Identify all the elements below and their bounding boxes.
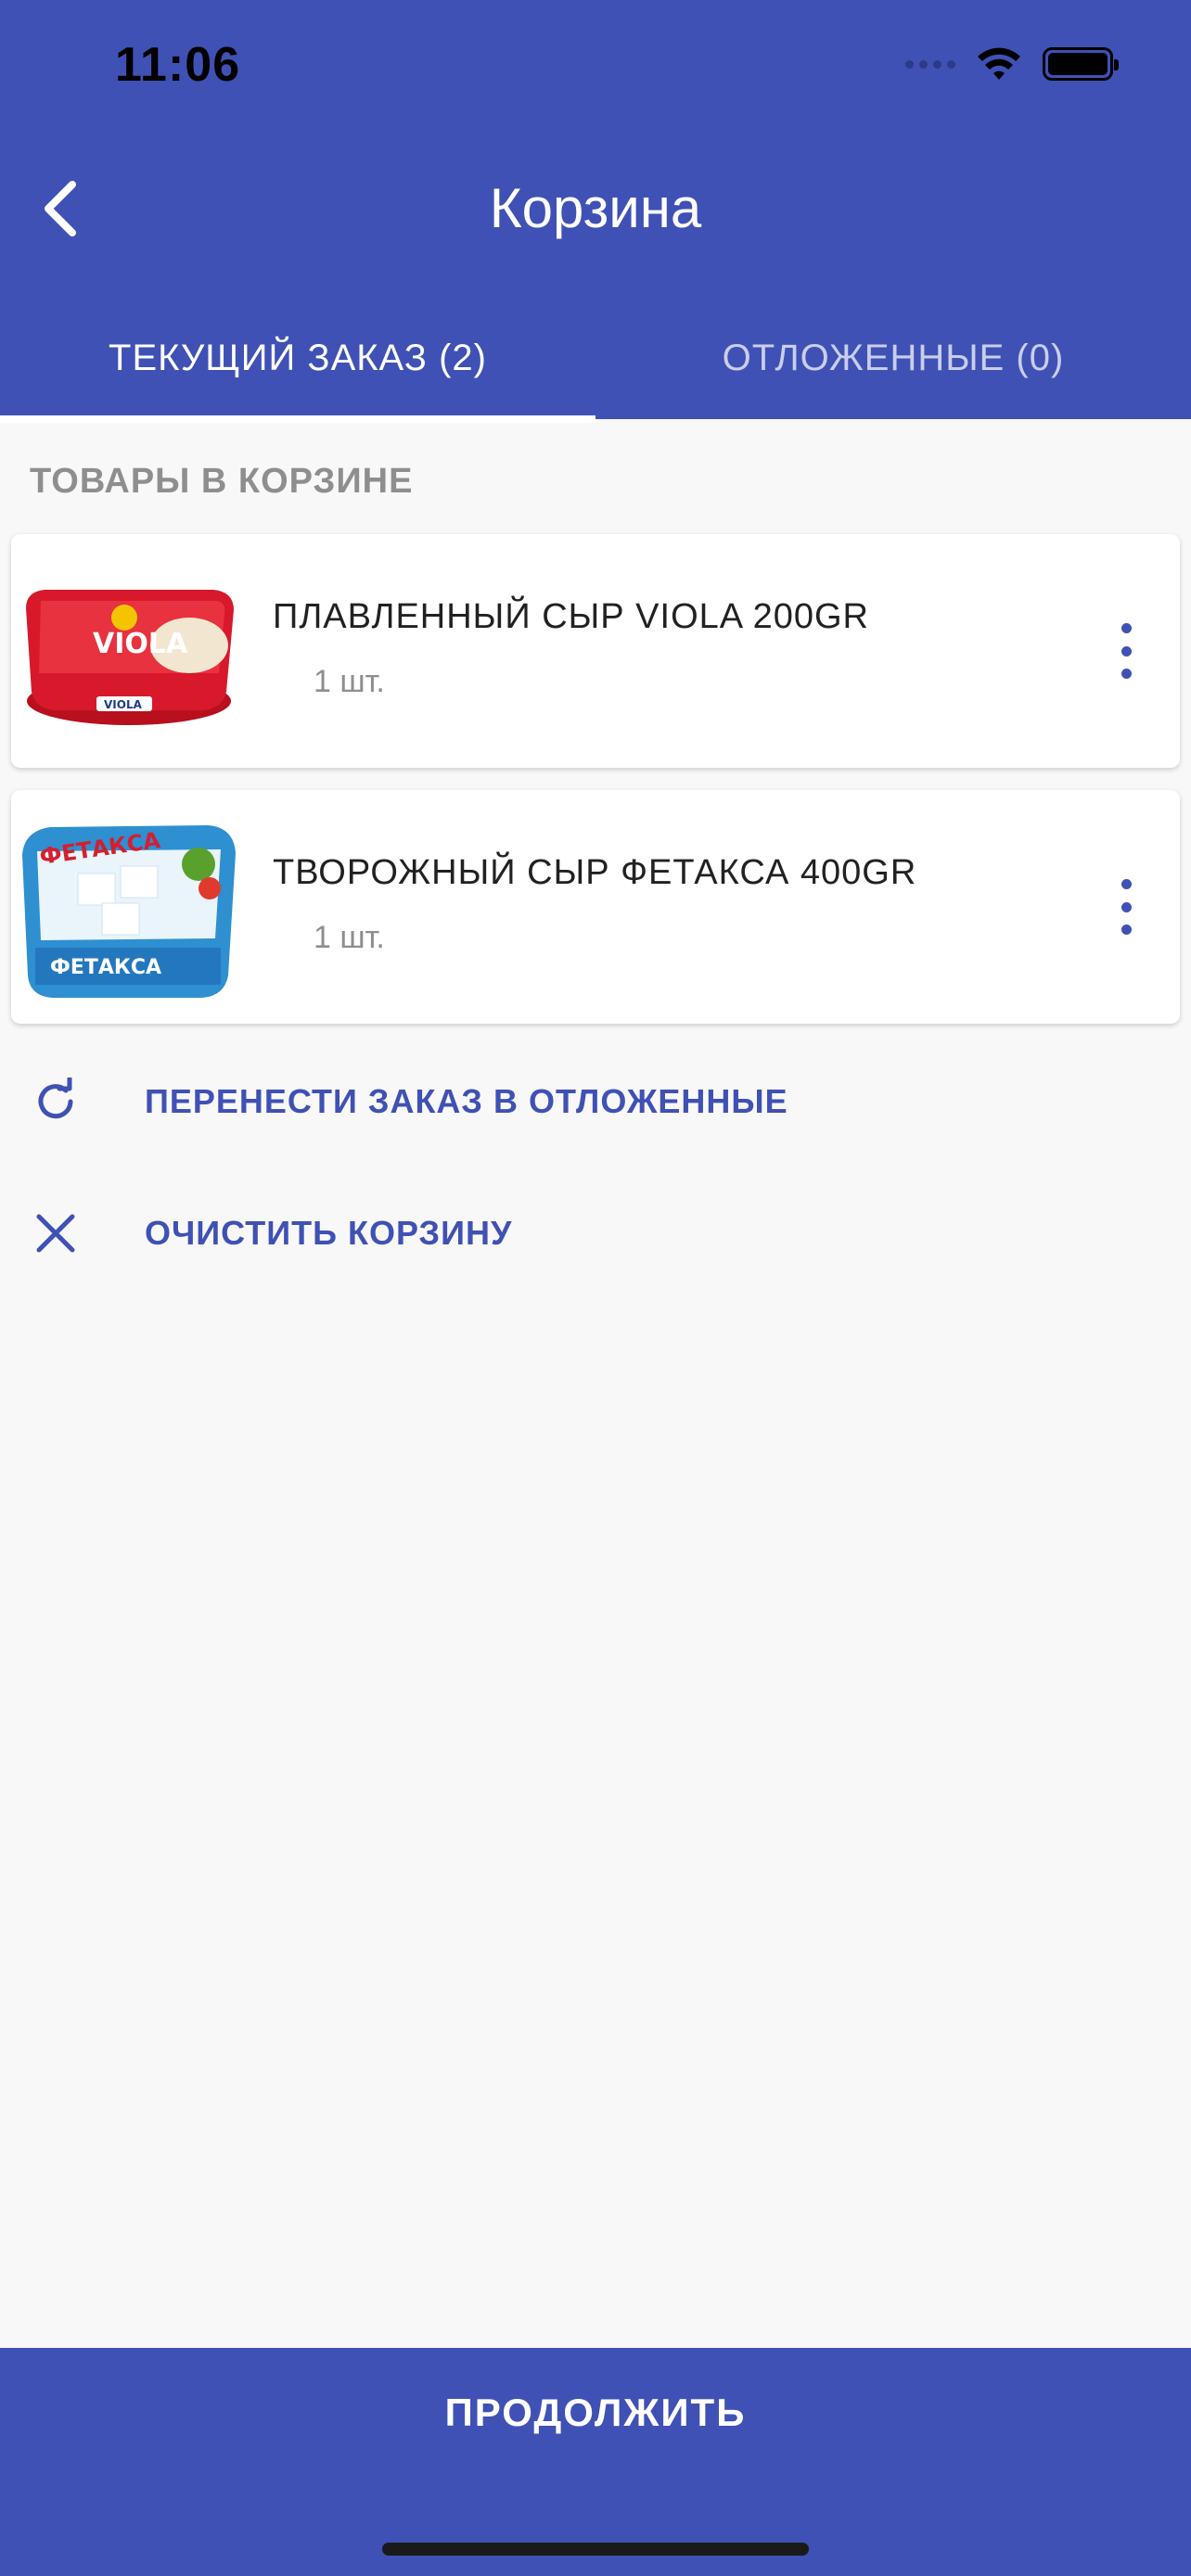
app-header: 11:06 Корзина ТЕКУЩИЙ ЗАКАЗ (2) ОТЛОЖЕНН… xyxy=(0,0,1191,423)
more-options-button[interactable] xyxy=(1108,623,1145,679)
tab-bar: ТЕКУЩИЙ ЗАКАЗ (2) ОТЛОЖЕННЫЕ (0) xyxy=(0,297,1191,423)
refresh-icon xyxy=(38,1078,73,1119)
clear-cart-label: ОЧИСТИТЬ КОРЗИНУ xyxy=(145,1214,513,1252)
product-name: ПЛАВЛЕННЫЙ СЫР VIOLA 200GR xyxy=(273,597,869,636)
cellular-signal-icon xyxy=(905,59,955,69)
product-name: ТВОРОЖНЫЙ СЫР ФЕТАКСА 400GR xyxy=(273,853,917,892)
continue-button[interactable]: ПРОДОЛЖИТЬ xyxy=(0,2348,1191,2478)
more-options-button[interactable] xyxy=(1108,879,1145,935)
product-image: ФЕТАКСА ФЕТАКСА xyxy=(22,825,236,998)
home-indicator xyxy=(382,2543,809,2556)
svg-text:VIOLA: VIOLA xyxy=(104,698,143,711)
product-quantity: 1 шт. xyxy=(314,664,385,699)
svg-text:ФЕТАКСА: ФЕТАКСА xyxy=(50,956,161,979)
footer-bar: ПРОДОЛЖИТЬ xyxy=(0,2348,1191,2576)
battery-icon xyxy=(1043,47,1119,81)
status-icons xyxy=(905,46,1119,82)
cart-item[interactable]: VIOLA VIOLA ПЛАВЛЕННЫЙ СЫР VIOLA 200GR 1… xyxy=(11,534,1180,768)
status-time: 11:06 xyxy=(115,38,241,92)
more-vert-icon xyxy=(1121,879,1132,889)
wifi-icon xyxy=(978,47,1020,80)
cart-item[interactable]: ФЕТАКСА ФЕТАКСА ТВОРОЖНЫЙ СЫР ФЕТАКСА 40… xyxy=(11,790,1180,1024)
product-quantity: 1 шт. xyxy=(314,920,385,955)
product-image: VIOLA VIOLA xyxy=(26,590,234,725)
page-title: Корзина xyxy=(489,177,702,239)
tab-current-order[interactable]: ТЕКУЩИЙ ЗАКАЗ (2) xyxy=(0,297,596,423)
tab-postponed[interactable]: ОТЛОЖЕННЫЕ (0) xyxy=(596,297,1191,419)
clear-cart-button[interactable]: ОЧИСТИТЬ КОРЗИНУ xyxy=(28,1205,512,1261)
postpone-order-label: ПЕРЕНЕСТИ ЗАКАЗ В ОТЛОЖЕННЫЕ xyxy=(145,1082,788,1120)
more-vert-icon xyxy=(1121,623,1132,633)
section-title: ТОВАРЫ В КОРЗИНЕ xyxy=(30,462,414,501)
svg-text:VIOLA: VIOLA xyxy=(93,628,188,660)
close-icon xyxy=(36,1214,75,1253)
postpone-order-button[interactable]: ПЕРЕНЕСТИ ЗАКАЗ В ОТЛОЖЕННЫЕ xyxy=(28,1074,788,1129)
